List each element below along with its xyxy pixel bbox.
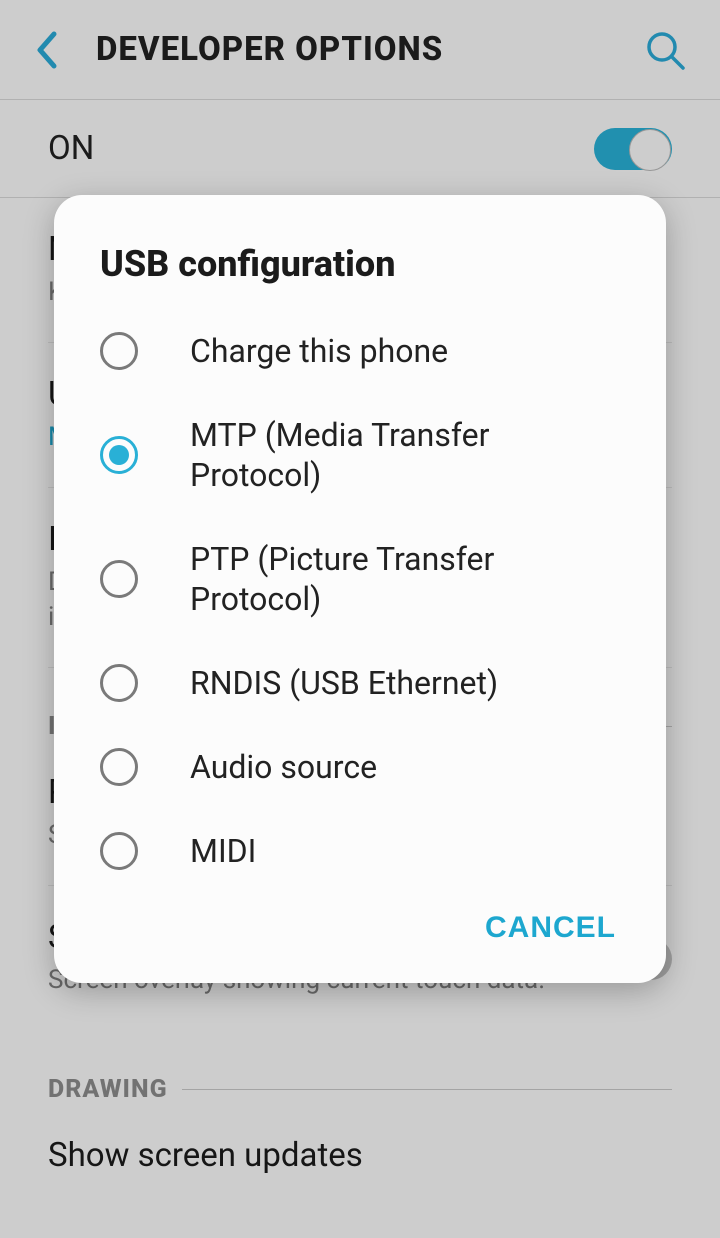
usb-config-dialog: USB configuration Charge this phone MTP … [54,195,666,983]
option-label: RNDIS (USB Ethernet) [190,663,498,703]
radio-icon [100,832,138,870]
cancel-button[interactable]: CANCEL [485,911,616,945]
option-ptp[interactable]: PTP (Picture Transfer Protocol) [54,517,666,641]
option-label: Charge this phone [190,331,448,371]
option-midi[interactable]: MIDI [54,809,666,893]
radio-icon-selected [100,436,138,474]
option-label: PTP (Picture Transfer Protocol) [190,539,620,619]
option-charge[interactable]: Charge this phone [54,309,666,393]
radio-icon [100,560,138,598]
option-audio[interactable]: Audio source [54,725,666,809]
dialog-actions: CANCEL [54,893,666,955]
option-rndis[interactable]: RNDIS (USB Ethernet) [54,641,666,725]
radio-icon [100,664,138,702]
dialog-title: USB configuration [54,243,666,309]
option-label: Audio source [190,747,377,787]
radio-icon [100,332,138,370]
option-mtp[interactable]: MTP (Media Transfer Protocol) [54,393,666,517]
radio-icon [100,748,138,786]
option-label: MTP (Media Transfer Protocol) [190,415,620,495]
option-label: MIDI [190,831,256,871]
